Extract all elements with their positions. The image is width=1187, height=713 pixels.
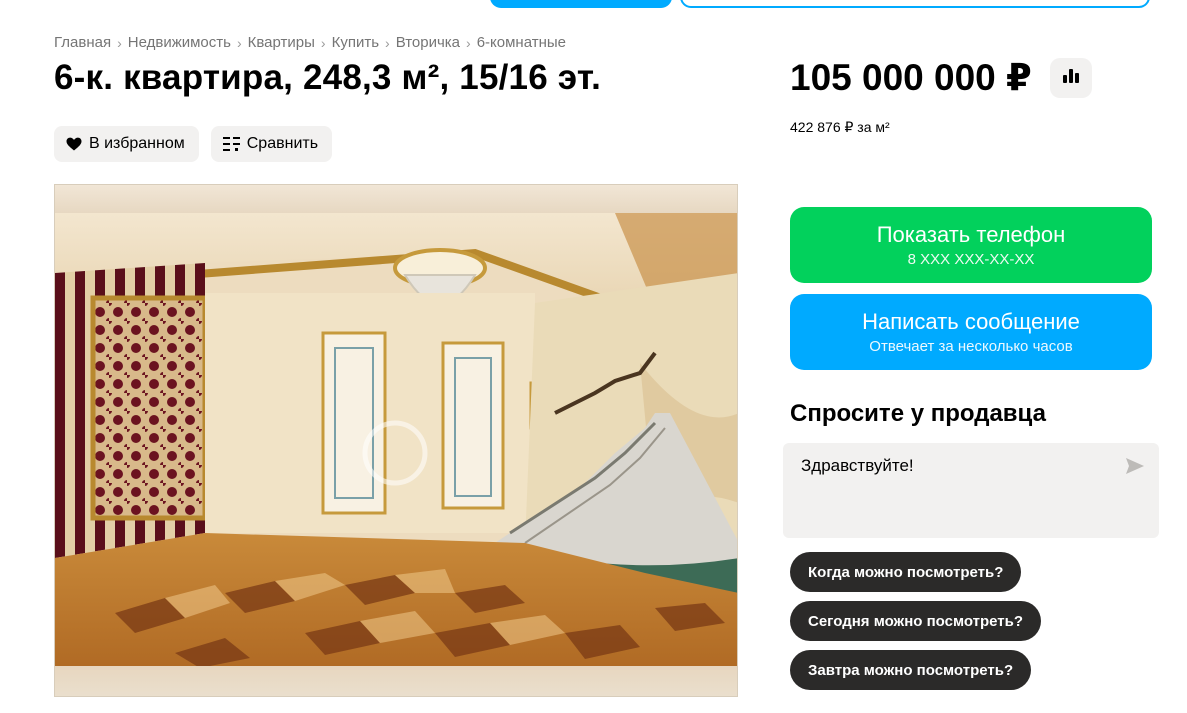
send-icon[interactable] [1125, 457, 1145, 480]
listing-price: 105 000 000 ₽ [790, 57, 1032, 98]
compare-icon [222, 136, 240, 152]
breadcrumb-separator: › [117, 34, 122, 51]
favorite-button[interactable]: В избранном [54, 126, 199, 162]
breadcrumb-item-secondary[interactable]: Вторичка [396, 34, 460, 51]
breadcrumb-separator: › [236, 34, 242, 51]
header-button-partial[interactable] [490, 0, 672, 8]
compare-button[interactable]: Сравнить [210, 126, 333, 162]
breadcrumb-separator: › [320, 34, 326, 51]
breadcrumb-separator: › [466, 34, 471, 51]
masked-phone-number: 8 XXX XXX-XX-XX [907, 251, 1035, 268]
page-title: 6-к. квартира, 248,3 м², 15/16 эт. [54, 58, 602, 97]
quick-question-chip[interactable]: Завтра можно посмотреть? [790, 650, 1032, 690]
quick-question-chip[interactable]: Сегодня можно посмотреть? [790, 601, 1042, 641]
interior-photo-illustration [55, 213, 737, 668]
stats-icon [1062, 68, 1080, 89]
breadcrumb: Главная › Недвижимость › Квартиры › Купи… [54, 34, 566, 51]
breadcrumb-item-home[interactable]: Главная [54, 34, 111, 51]
write-message-label: Написать сообщение [862, 309, 1080, 334]
quick-question-chip[interactable]: Когда можно посмотреть? [790, 552, 1022, 592]
heart-icon [66, 137, 82, 151]
compare-label: Сравнить [246, 135, 319, 152]
write-message-button[interactable]: Написать сообщение Отвечает за несколько… [790, 294, 1152, 370]
response-time-note: Отвечает за несколько часов [869, 338, 1073, 355]
show-phone-button[interactable]: Показать телефон 8 XXX XXX-XX-XX [790, 207, 1152, 283]
price-per-meter: 422 876 ₽ за м² [790, 119, 890, 135]
breadcrumb-item-rooms[interactable]: 6-комнатные [477, 34, 566, 51]
photo-letterbox-top [55, 185, 737, 213]
ask-seller-heading: Спросите у продавца [790, 400, 1046, 427]
listing-photo[interactable] [54, 184, 738, 697]
breadcrumb-item-buy[interactable]: Купить [332, 34, 379, 51]
breadcrumb-item-apartments[interactable]: Квартиры [248, 34, 315, 51]
photo-letterbox-bottom [55, 666, 737, 696]
listing-actions: В избранном Сравнить [54, 126, 333, 162]
ask-seller-input[interactable]: Здравствуйте! [783, 443, 1159, 538]
breadcrumb-item-realty[interactable]: Недвижимость [128, 34, 231, 51]
favorite-label: В избранном [89, 135, 185, 152]
show-phone-label: Показать телефон [876, 222, 1066, 247]
header-search-input-partial[interactable] [680, 0, 1150, 8]
price-history-button[interactable] [1050, 58, 1092, 98]
breadcrumb-separator: › [385, 34, 390, 51]
ask-seller-input-value: Здравствуйте! [801, 456, 914, 475]
